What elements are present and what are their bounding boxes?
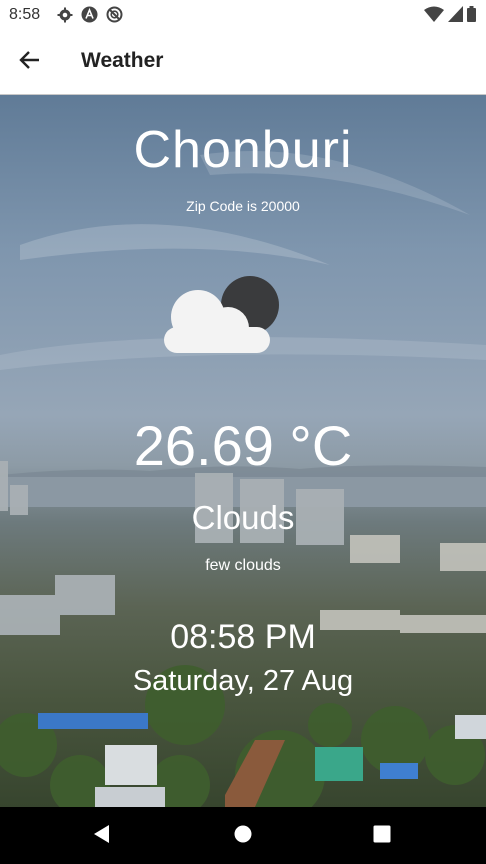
gear-icon xyxy=(56,6,73,23)
page-title: Weather xyxy=(81,49,164,72)
recents-square-icon xyxy=(372,824,392,849)
nav-recents-button[interactable] xyxy=(370,824,394,848)
arrow-back-icon xyxy=(19,49,41,76)
weather-panel: Chonburi Zip Code is 20000 26.69 °C Clou… xyxy=(0,95,486,807)
nav-home-button[interactable] xyxy=(231,824,255,848)
cloud-moon-icon xyxy=(164,276,279,353)
battery-icon xyxy=(467,6,476,27)
local-date: Saturday, 27 Aug xyxy=(132,665,354,697)
back-button[interactable] xyxy=(14,46,46,78)
home-circle-icon xyxy=(233,824,253,849)
weather-description: few clouds xyxy=(205,557,281,574)
status-left-icons xyxy=(56,6,123,23)
status-time: 8:58 xyxy=(9,6,41,23)
city-name: Chonburi xyxy=(133,121,353,179)
a-icon xyxy=(81,6,98,23)
no-sync-icon xyxy=(106,6,123,23)
app-bar: Weather xyxy=(0,30,486,95)
temperature: 26.69 °C xyxy=(133,414,353,477)
status-bar: 8:58 xyxy=(0,0,486,30)
status-right-icons xyxy=(424,6,476,27)
back-triangle-icon xyxy=(92,824,112,849)
local-time: 08:58 PM xyxy=(170,618,316,656)
nav-back-button[interactable] xyxy=(90,824,114,848)
wifi-icon xyxy=(424,6,444,27)
weather-main: Clouds xyxy=(191,499,295,536)
signal-icon xyxy=(448,6,463,27)
weather-info: Chonburi Zip Code is 20000 26.69 °C Clou… xyxy=(0,95,486,807)
zip-code: Zip Code is 20000 xyxy=(186,198,300,214)
navigation-bar xyxy=(0,807,486,864)
